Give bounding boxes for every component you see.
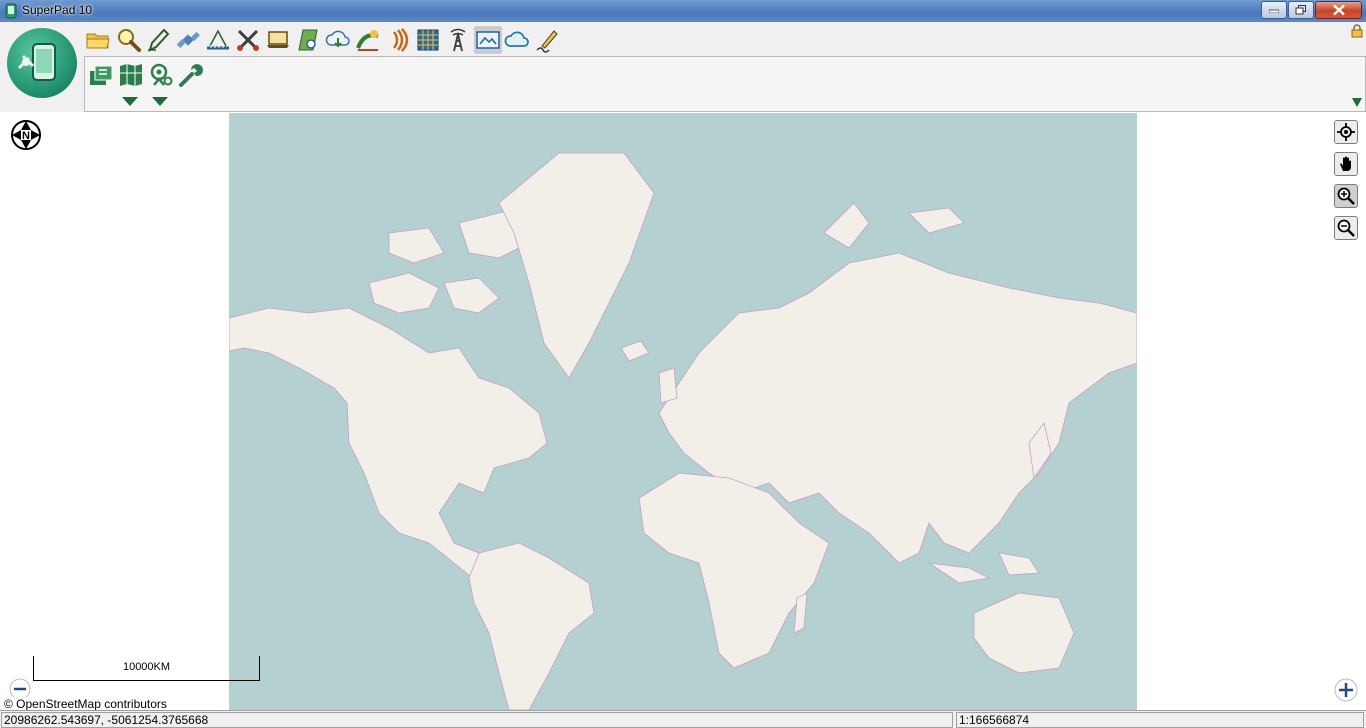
edit-button[interactable]	[144, 26, 172, 54]
locate-crosshair-icon	[1337, 123, 1355, 141]
map-view[interactable]: N 10000KM © OpenStreetMap contributors	[0, 112, 1366, 711]
layers-icon	[90, 65, 113, 85]
lock-icon[interactable]	[1351, 24, 1363, 38]
measure-icon	[207, 29, 229, 50]
map-view-icon	[298, 29, 318, 51]
status-bar: 20986262.543697, -5061254.3765668 1:1665…	[0, 710, 1366, 728]
coordinates-readout: 20986262.543697, -5061254.3765668	[1, 712, 953, 728]
satellite-button[interactable]	[174, 26, 202, 54]
minimize-icon	[1269, 9, 1279, 13]
map-attribution[interactable]: © OpenStreetMap contributors	[4, 697, 167, 711]
locate-button[interactable]	[1334, 120, 1358, 144]
tower-button[interactable]	[444, 26, 472, 54]
tools-button[interactable]	[177, 61, 205, 89]
photo-map-icon	[476, 31, 500, 49]
cloud-button[interactable]	[504, 26, 532, 54]
photo-map-button[interactable]	[474, 26, 502, 54]
minimize-button[interactable]	[1261, 1, 1287, 19]
zoom-in-tool-button[interactable]	[1334, 184, 1358, 208]
wrench-icon	[179, 64, 203, 87]
window-title: SuperPad 10	[22, 3, 93, 17]
map-book-button[interactable]	[117, 61, 145, 89]
search-icon	[118, 29, 141, 52]
map-view-button[interactable]	[294, 26, 322, 54]
zoom-in-magnifier-icon	[1337, 187, 1355, 205]
world-map-image	[228, 152, 1138, 711]
zoom-out-tool-button[interactable]	[1334, 216, 1358, 240]
ribbon-collapse-arrow[interactable]	[1352, 98, 1362, 107]
cut-button[interactable]	[234, 26, 262, 54]
gps-track-button[interactable]	[354, 26, 382, 54]
laptop-button[interactable]	[264, 26, 292, 54]
north-arrow-compass: N	[11, 120, 41, 150]
app-icon	[5, 3, 17, 19]
open-folder-button[interactable]	[84, 26, 112, 54]
signal-button[interactable]	[384, 26, 412, 54]
map-scale-readout: 1:166566874	[956, 712, 1364, 728]
grid-icon	[417, 29, 439, 51]
sign-button[interactable]	[534, 26, 562, 54]
scissors-cut-icon	[237, 29, 259, 51]
measure-button[interactable]	[204, 26, 232, 54]
laptop-icon	[267, 31, 289, 48]
tower-icon	[450, 28, 466, 52]
gps-settings-dropdown-arrow[interactable]	[152, 97, 168, 106]
search-button[interactable]	[114, 26, 142, 54]
ribbon-panel	[84, 56, 1366, 112]
signal-icon	[392, 28, 409, 52]
satellite-icon	[176, 31, 200, 48]
pencil-edit-icon	[148, 28, 170, 52]
grid-button[interactable]	[414, 26, 442, 54]
north-label: N	[22, 130, 30, 142]
scale-bar: 10000KM	[33, 656, 260, 681]
gps-track-icon	[356, 30, 379, 51]
cloud-download-button[interactable]	[324, 26, 352, 54]
restore-icon	[1295, 5, 1306, 15]
map-book-dropdown-arrow[interactable]	[122, 97, 138, 106]
compass-icon: N	[11, 120, 41, 150]
restore-button[interactable]	[1288, 1, 1314, 19]
gps-settings-icon	[150, 63, 173, 86]
folder-open-icon	[86, 33, 110, 49]
app-logo-icon	[17, 43, 56, 81]
scale-bar-label: 10000KM	[122, 661, 171, 673]
app-logo-button[interactable]	[7, 28, 77, 98]
close-button[interactable]	[1315, 1, 1362, 19]
cloud-download-icon	[325, 30, 350, 48]
title-bar: SuperPad 10	[0, 0, 1366, 22]
map-tiles[interactable]	[228, 113, 1138, 711]
gps-settings-button[interactable]	[147, 61, 175, 89]
cloud-icon	[504, 31, 529, 47]
plus-circle-icon	[1334, 678, 1358, 702]
close-icon	[1332, 4, 1345, 16]
pen-sign-icon	[536, 30, 558, 53]
map-book-icon	[120, 64, 142, 86]
pan-button[interactable]	[1334, 152, 1358, 176]
layers-button[interactable]	[87, 61, 115, 89]
zoom-out-magnifier-icon	[1337, 219, 1355, 237]
hand-pan-icon	[1340, 156, 1351, 171]
toolbar	[0, 22, 1366, 112]
zoom-in-button[interactable]	[1334, 678, 1358, 702]
